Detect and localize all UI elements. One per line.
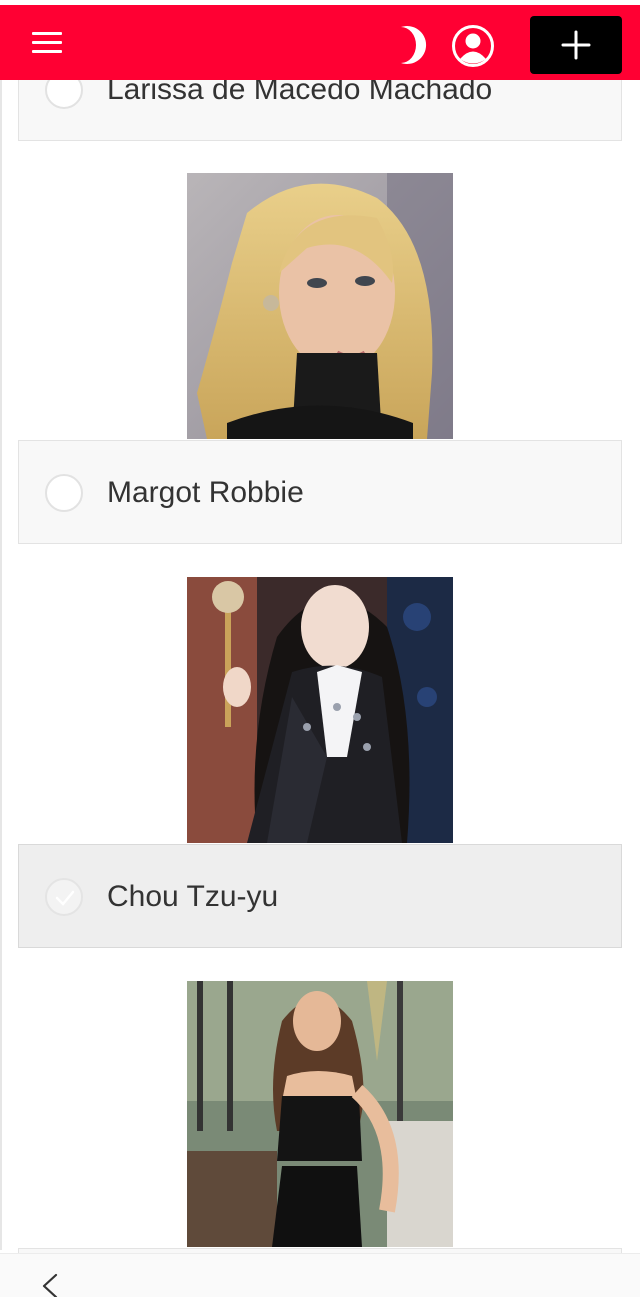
poll-options-list: Larissa de Macedo Machado Margot Robbie … xyxy=(0,0,640,1297)
radio-button[interactable] xyxy=(45,474,83,512)
poll-page: Larissa de Macedo Machado Margot Robbie … xyxy=(0,0,640,1297)
user-circle-icon[interactable] xyxy=(451,24,495,68)
app-header xyxy=(0,5,640,80)
bottom-nav-bar xyxy=(0,1253,640,1297)
option-photo[interactable] xyxy=(187,981,453,1247)
add-button[interactable] xyxy=(530,16,622,74)
list-border xyxy=(0,80,2,1250)
option-label: Margot Robbie xyxy=(107,476,304,509)
poll-option[interactable]: Margot Robbie xyxy=(18,440,622,544)
radio-button-checked[interactable] xyxy=(45,878,83,916)
checkmark-icon xyxy=(55,890,75,906)
moon-icon[interactable] xyxy=(395,25,431,65)
poll-option-selected[interactable]: Chou Tzu-yu xyxy=(18,844,622,948)
option-photo[interactable] xyxy=(187,577,453,843)
chevron-left-icon[interactable] xyxy=(38,1273,62,1297)
option-label: Chou Tzu-yu xyxy=(107,880,279,913)
hamburger-menu-icon[interactable] xyxy=(32,32,62,54)
option-photo[interactable] xyxy=(187,173,453,439)
plus-icon xyxy=(561,30,591,60)
